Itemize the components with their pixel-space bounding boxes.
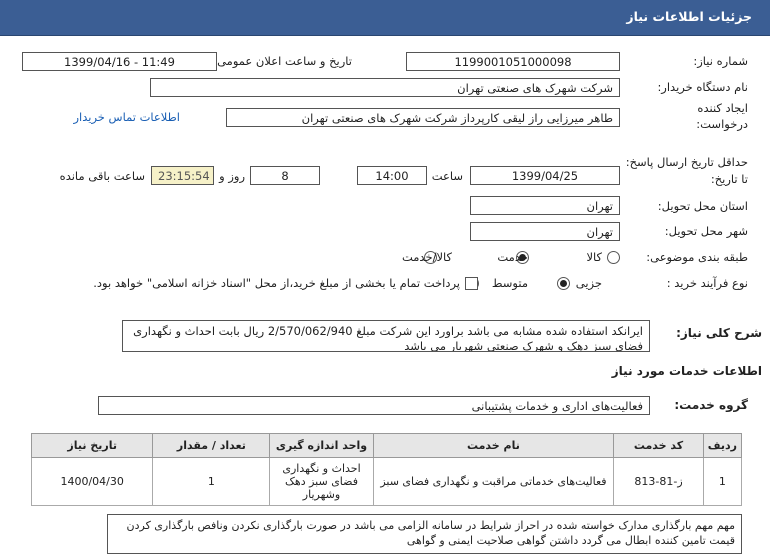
description-text: ایرانکد استفاده شده مشابه می باشد براورد… bbox=[122, 320, 650, 352]
remaining-time-field: 23:15:54 bbox=[151, 166, 214, 185]
province-field: تهران bbox=[470, 196, 620, 215]
header-code: کد خدمت bbox=[613, 433, 704, 458]
title-bar: جزئیات اطلاعات نیاز bbox=[0, 0, 770, 36]
deadline-time-label: ساعت bbox=[431, 169, 463, 183]
need-number-label: شماره نیاز: bbox=[693, 54, 748, 68]
city-field: تهران bbox=[470, 222, 620, 241]
deadline-date-field: 1399/04/25 bbox=[470, 166, 620, 185]
cell-date: 1400/04/30 bbox=[30, 457, 154, 506]
service-group-label: گروه خدمت: bbox=[674, 398, 748, 412]
category-goods-label: کالا bbox=[586, 250, 602, 264]
category-goods-service-label: کالا/خدمت bbox=[401, 250, 452, 264]
header-index: ردیف bbox=[702, 433, 743, 458]
deadline-label-line2: تا تاریخ: bbox=[710, 172, 748, 186]
city-label: شهر محل تحویل: bbox=[664, 224, 748, 238]
buyer-contact-link[interactable]: اطلاعات تماس خریدار bbox=[73, 110, 180, 124]
services-section-title: اطلاعات خدمات مورد نیاز bbox=[611, 364, 762, 378]
days-remaining-field: 8 bbox=[250, 166, 320, 185]
announce-label: تاریخ و ساعت اعلان عمومی: bbox=[213, 54, 352, 68]
province-label: استان محل تحویل: bbox=[657, 199, 748, 213]
header-name: نام خدمت bbox=[372, 433, 615, 458]
process-minor-label: جزیی bbox=[575, 276, 602, 290]
creator-label-line2: درخواست: bbox=[696, 117, 748, 131]
treasury-payment-note: پرداخت تمام یا بخشی از مبلغ خرید،از محل … bbox=[93, 276, 460, 290]
creator-label-line1: ایجاد کننده bbox=[697, 101, 748, 115]
process-label: نوع فرآیند خرید : bbox=[666, 276, 748, 290]
category-service-label: خدمت bbox=[497, 250, 528, 264]
treasury-payment-checkbox[interactable] bbox=[465, 277, 478, 290]
cell-unit: احداث و نگهداری فضای سبز دهک وشهریار bbox=[269, 457, 374, 506]
creator-field: طاهر میرزایی راز لیقی کارپرداز شرکت شهرک… bbox=[226, 108, 620, 127]
buyer-label: نام دستگاه خریدار: bbox=[657, 80, 748, 94]
remaining-time-label: ساعت باقی مانده bbox=[59, 169, 145, 183]
service-group-field: فعالیت‌های اداری و خدمات پشتیبانی bbox=[98, 396, 650, 415]
announce-field: 1399/04/16 - 11:49 bbox=[22, 52, 217, 71]
header-date: تاریخ نیاز bbox=[30, 433, 154, 458]
table-row: 1 ز-81-813 فعالیت‌های خدماتی مراقبت و نگ… bbox=[30, 457, 743, 506]
need-number-field: 1199001051000098 bbox=[406, 52, 620, 71]
cell-name: فعالیت‌های خدماتی مراقبت و نگهداری فضای … bbox=[372, 457, 615, 506]
header-unit: واحد اندازه گیری bbox=[269, 433, 374, 458]
description-label: شرح کلی نیاز: bbox=[676, 326, 762, 340]
process-minor-radio[interactable] bbox=[557, 277, 571, 290]
deadline-label-line1: حداقل تاریخ ارسال پاسخ: bbox=[625, 155, 748, 169]
page-title: جزئیات اطلاعات نیاز bbox=[626, 9, 752, 24]
category-goods-radio[interactable] bbox=[607, 251, 620, 264]
table-header-row: ردیف کد خدمت نام خدمت واحد اندازه گیری ت… bbox=[30, 433, 743, 458]
days-label: روز و bbox=[219, 169, 245, 183]
process-medium-label: متوسط bbox=[491, 276, 528, 290]
important-note-box: مهم مهم بارگذاری مدارک خواسته شده در احر… bbox=[107, 514, 742, 554]
buyer-field: شرکت شهرک های صنعتی تهران bbox=[150, 78, 620, 97]
header-qty: تعداد / مقدار bbox=[152, 433, 271, 458]
cell-index: 1 bbox=[702, 457, 743, 506]
cell-code: ز-81-813 bbox=[613, 457, 704, 506]
deadline-time-field: 14:00 bbox=[357, 166, 427, 185]
services-table: ردیف کد خدمت نام خدمت واحد اندازه گیری ت… bbox=[30, 433, 743, 506]
cell-qty: 1 bbox=[152, 457, 271, 506]
category-label: طبقه بندی موضوعی: bbox=[646, 250, 748, 264]
